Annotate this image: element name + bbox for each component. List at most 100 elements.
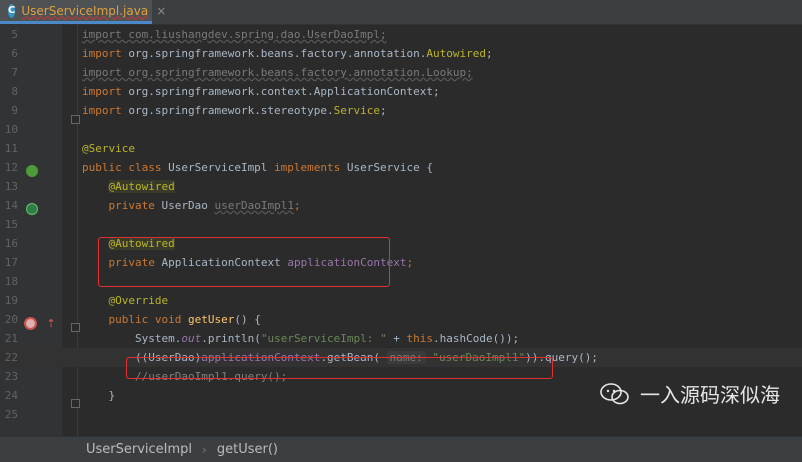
code-text: import org.springframework.context.Appli… [82,82,440,101]
watermark: 一入源码深似海 [600,379,780,408]
line-number: 14 [4,199,18,212]
code-text: public void getUser() { [82,310,261,329]
breadcrumb-class[interactable]: UserServiceImpl [86,442,192,457]
fold-marker-icon[interactable] [71,115,80,124]
code-token: Service [333,104,381,117]
code-line[interactable]: 10 [0,120,802,139]
fold-marker-icon[interactable] [71,399,80,408]
line-number: 24 [4,389,18,402]
line-number: 16 [4,237,18,250]
code-token: this [406,332,434,345]
code-token: @Service [82,142,135,155]
code-token: ; [485,47,493,60]
code-token: ; [406,256,414,269]
code-token: ; [380,104,387,117]
code-token: UserServiceImpl [168,161,275,174]
code-text: @Service [82,139,135,158]
code-text: private UserDao userDaoImpl1; [82,196,301,215]
code-text: @Override [82,291,169,310]
code-token: + [386,332,407,345]
close-icon[interactable]: × [156,4,166,18]
code-text: import org.springframework.beans.factory… [82,44,493,63]
implements-marker-icon[interactable]: ⇡ [44,317,58,331]
line-number: 25 [4,408,18,421]
code-token: import [82,104,129,117]
spring-bean-icon[interactable] [26,165,38,177]
code-line[interactable]: 21 System.out.println("userServiceImpl: … [0,329,802,348]
code-token: implements [274,161,347,174]
line-number: 22 [4,351,18,364]
code-token: getUser [187,313,235,326]
code-line[interactable]: 13 @Autowired [0,177,802,196]
line-number: 11 [4,142,18,155]
code-line[interactable]: 11 @Service [0,139,802,158]
chevron-right-icon: › [202,442,207,457]
code-token: @Autowired [108,180,175,193]
highlight-box-autowired-context [98,237,390,287]
breadcrumb: UserServiceImpl › getUser() [0,436,802,462]
code-token: userDaoImpl1 [214,199,294,212]
code-token: .hashCode()); [433,332,520,345]
code-token: org.springframework.beans.factory.annota… [128,47,427,60]
line-number: 12 [4,161,18,174]
code-token: public class [82,161,169,174]
code-line[interactable]: 6 import org.springframework.beans.factor… [0,44,802,63]
code-token: System. [82,332,182,345]
code-token: ; [293,199,301,212]
code-line[interactable]: 8 import org.springframework.context.Appl… [0,82,802,101]
code-token: Autowired [426,47,486,60]
line-number: 7 [11,66,18,79]
code-token: public void [108,313,188,326]
code-text: import org.springframework.beans.factory… [82,63,473,82]
code-line[interactable]: 7 import org.springframework.beans.factor… [0,63,802,82]
tab-userserviceimpl[interactable]: C UserServiceImpl.java × [0,0,166,24]
code-text: @Autowired [82,177,175,196]
code-token: UserService { [346,161,434,174]
highlight-box-getbean-call [126,357,553,379]
line-number: 10 [4,123,18,136]
code-token: import [82,47,129,60]
code-line[interactable]: 20 public void getUser() { [0,310,802,329]
line-number: 18 [4,275,18,288]
code-token: org.springframework.context.ApplicationC… [128,85,440,98]
code-token: out [181,332,202,345]
code-token: @Override [108,294,169,307]
code-editor[interactable]: 5 import com.liushangdev.spring.dao.UserD… [0,25,802,436]
code-token: () { [234,313,261,326]
code-token: import com.liushangdev.spring.dao.UserDa… [82,28,387,41]
autowired-navigation-icon[interactable] [26,203,38,215]
line-number: 6 [11,47,18,60]
code-line[interactable]: 12 public class UserServiceImpl implement… [0,158,802,177]
wechat-icon [600,382,630,405]
breadcrumb-method[interactable]: getUser() [217,442,278,457]
code-line[interactable]: 14 private UserDao userDaoImpl1; [0,196,802,215]
code-token: private [108,199,162,212]
code-line[interactable]: 5 import com.liushangdev.spring.dao.UserD… [0,25,802,44]
override-method-icon[interactable] [24,317,37,330]
code-token: import [82,85,129,98]
code-line[interactable]: 19 @Override [0,291,802,310]
line-number: 17 [4,256,18,269]
tab-label: UserServiceImpl.java [21,3,149,18]
line-number: 20 [4,313,18,326]
code-token: UserDao [161,199,215,212]
code-text: import com.liushangdev.spring.dao.UserDa… [82,25,387,44]
code-text: System.out.println("userServiceImpl: " +… [82,329,519,348]
code-text: import org.springframework.stereotype.Se… [82,101,387,120]
code-line[interactable]: 15 [0,215,802,234]
line-number: 19 [4,294,18,307]
editor-tab-bar: C UserServiceImpl.java × [0,0,802,25]
code-line[interactable]: 9 import org.springframework.stereotype.S… [0,101,802,120]
fold-marker-icon[interactable] [71,323,80,332]
line-number: 9 [11,104,18,117]
code-token: } [82,389,116,402]
code-token: org.springframework.stereotype. [128,104,334,117]
line-number: 5 [11,28,18,41]
line-number: 8 [11,85,18,98]
code-text: } [82,386,115,405]
code-text: public class UserServiceImpl implements … [82,158,433,177]
